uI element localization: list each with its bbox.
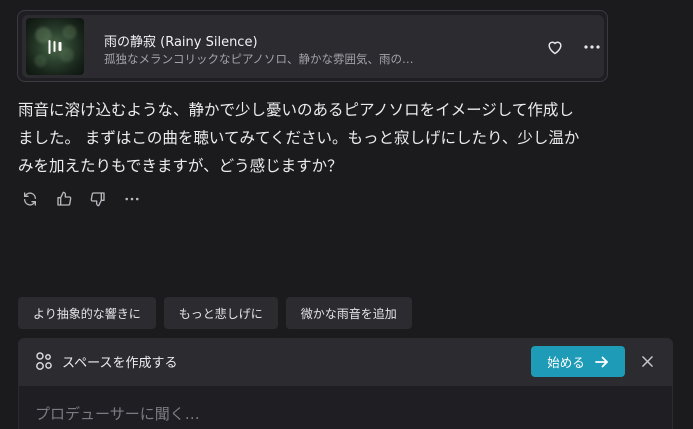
thumbs-down-icon	[90, 192, 105, 207]
start-button[interactable]: 始める	[531, 346, 625, 377]
message-line: ました。 まずはこの曲を聴いてみてください。もっと寂しげにしたり、少し温か	[18, 129, 580, 147]
space-icon	[36, 352, 52, 370]
regenerate-icon	[24, 192, 36, 206]
thumbs-up-icon	[57, 191, 72, 206]
track-cover[interactable]	[26, 18, 84, 75]
regenerate-button[interactable]	[20, 189, 40, 209]
pause-icon[interactable]	[48, 39, 62, 54]
close-icon	[641, 355, 653, 367]
producer-prompt-input[interactable]	[35, 402, 635, 426]
track-card[interactable]: 雨の静寂 (Rainy Silence) 孤独なメランコリックなピアノソロ、静か…	[22, 15, 604, 78]
chat-view: 雨の静寂 (Rainy Silence) 孤独なメランコリックなピアノソロ、静か…	[0, 0, 693, 429]
track-description: 孤独なメランコリックなピアノソロ、静かな雰囲気、雨の…	[104, 52, 414, 66]
suggestion-chip[interactable]: もっと悲しげに	[163, 297, 278, 329]
track-card-container: 雨の静寂 (Rainy Silence) 孤独なメランコリックなピアノソロ、静か…	[17, 10, 608, 82]
create-space-label: スペースを作成する	[62, 356, 178, 371]
suggestion-chip[interactable]: より抽象的な響きに	[18, 297, 156, 329]
track-title: 雨の静寂 (Rainy Silence)	[104, 35, 258, 50]
message-line: 雨音に溶け込むような、静かで少し憂いのあるピアノソロをイメージして作成し	[18, 101, 574, 119]
heart-icon	[548, 41, 562, 55]
suggestion-chips: より抽象的な響きに もっと悲しげに 微かな雨音を追加	[18, 297, 412, 329]
message-line: みを加えたりもできますが、どう感じますか？	[18, 157, 343, 175]
suggestion-chip[interactable]: 微かな雨音を追加	[285, 297, 412, 329]
more-horizontal-icon	[125, 197, 139, 201]
thumbs-up-button[interactable]	[54, 189, 74, 209]
composer	[19, 386, 672, 429]
create-space-header: スペースを作成する 始める	[18, 338, 673, 384]
message-more-button[interactable]	[122, 189, 142, 209]
create-space-panel: スペースを作成する 始める	[18, 338, 673, 429]
arrow-right-icon	[594, 356, 608, 367]
track-more-button[interactable]	[582, 37, 602, 57]
start-button-label: 始める	[547, 355, 585, 370]
thumbs-down-button[interactable]	[88, 189, 108, 209]
more-horizontal-icon	[584, 45, 600, 49]
assistant-message: 雨音に溶け込むような、静かで少し憂いのあるピアノソロをイメージして作成し ました…	[18, 96, 618, 180]
like-button[interactable]	[545, 37, 565, 57]
message-actions	[20, 189, 142, 209]
close-space-button[interactable]	[637, 351, 657, 371]
